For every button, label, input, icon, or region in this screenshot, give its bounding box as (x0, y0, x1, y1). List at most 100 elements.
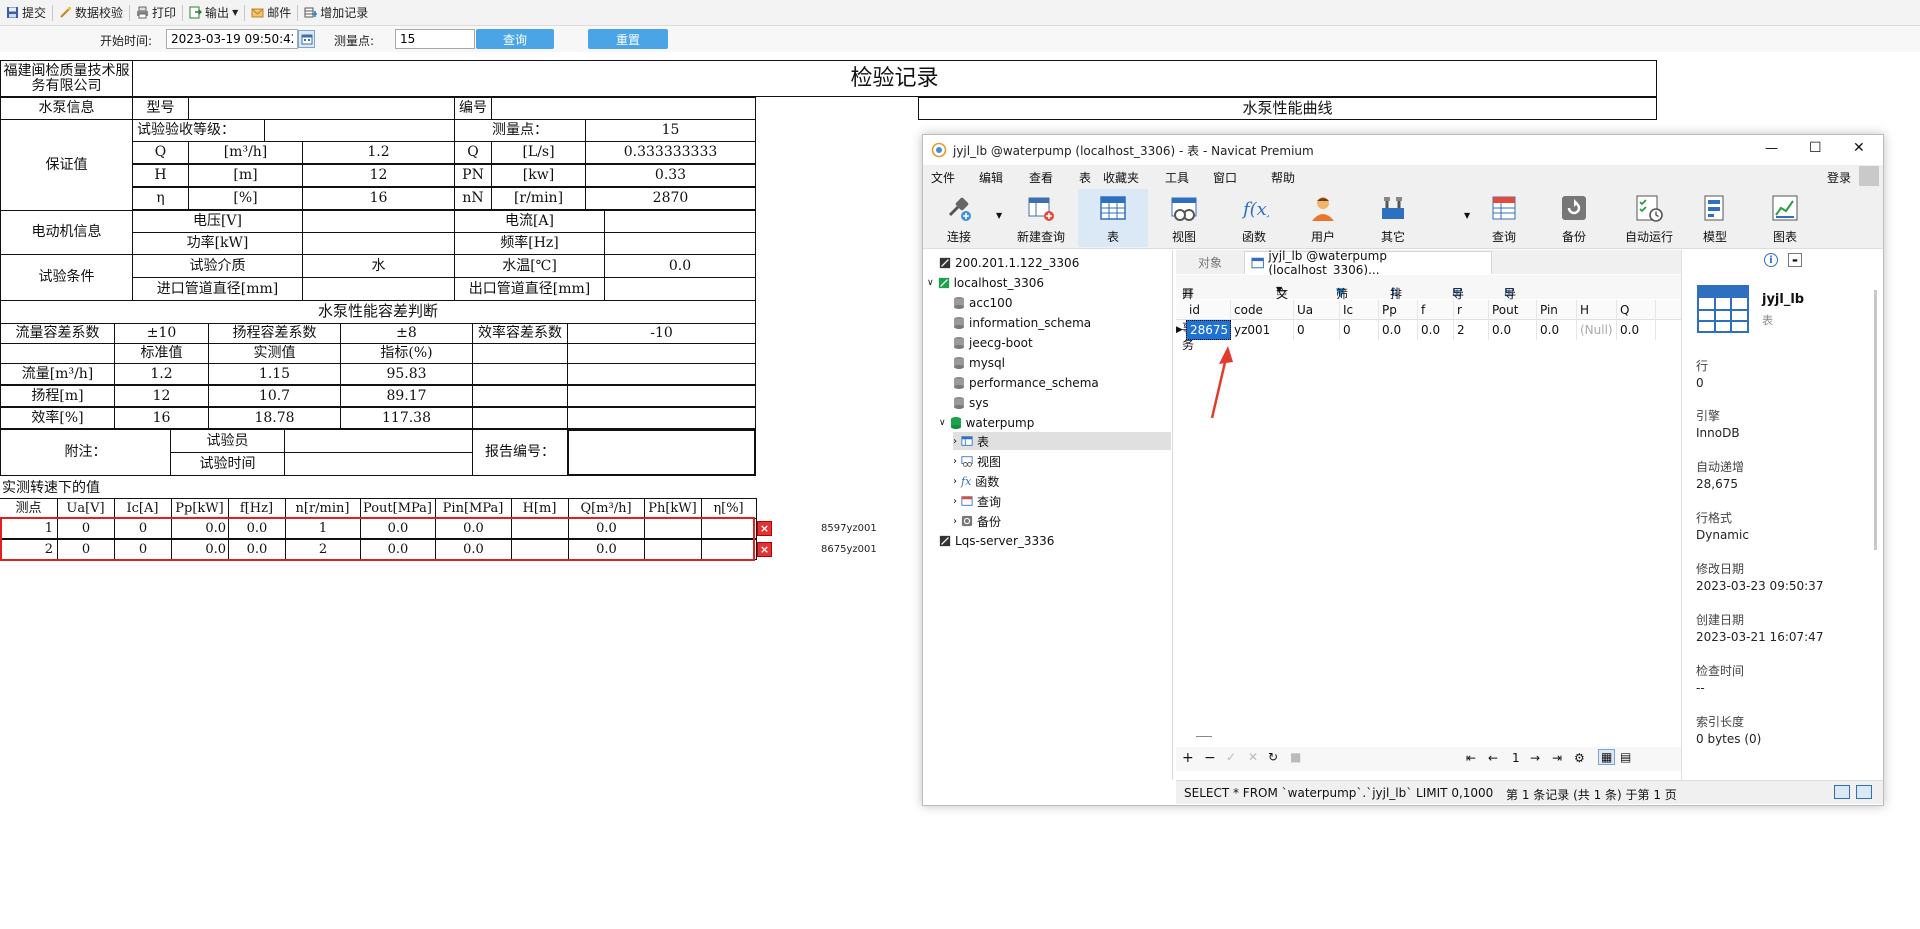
print-button[interactable]: 打印 (132, 2, 180, 24)
grid-column-header[interactable]: id (1186, 300, 1231, 320)
tree-node-views[interactable]: › 视图 (953, 452, 1001, 470)
ribbon-user[interactable]: 用户 (1295, 189, 1351, 247)
voltage-value[interactable] (302, 210, 455, 233)
ribbon-model[interactable]: 模型 (1687, 189, 1743, 247)
outlet-dia-value[interactable] (604, 277, 756, 301)
ribbon-view[interactable]: 视图 (1156, 189, 1212, 247)
grid-column-header[interactable]: Pp (1379, 300, 1418, 320)
caret-down-icon[interactable]: ▼ (1464, 211, 1470, 220)
grid-column-header[interactable]: code (1231, 300, 1294, 320)
grid-cell[interactable]: 0.0 (1418, 320, 1454, 340)
menu-view[interactable]: 查看 (1029, 169, 1053, 186)
tester-value[interactable] (284, 429, 473, 453)
menu-window[interactable]: 窗口 (1213, 169, 1237, 186)
delete-row-icon[interactable]: × (757, 542, 772, 557)
export-dropdown[interactable]: 输出 ▼ (185, 2, 242, 24)
submit-button[interactable]: 提交 (2, 2, 50, 24)
chevron-right-icon[interactable]: › (953, 476, 957, 487)
tree-connection[interactable]: ∨ localhost_3306 (927, 274, 1044, 292)
grid-column-header[interactable]: Q (1617, 300, 1656, 320)
grid-cell[interactable]: yz001 (1231, 320, 1294, 340)
tree-database[interactable]: performance_schema (953, 374, 1099, 392)
ribbon-connect[interactable]: 连接 (931, 189, 987, 247)
apply-icon[interactable]: ✓ (1226, 750, 1236, 764)
grid-cell[interactable]: 0.0 (1617, 320, 1656, 340)
refresh-icon[interactable]: ↻ (1268, 750, 1278, 764)
report-no-value[interactable] (567, 429, 756, 476)
grid-column-header[interactable]: H (1577, 300, 1617, 320)
tree-database[interactable]: information_schema (953, 314, 1091, 332)
tree-connection[interactable]: 200.201.1.122_3306 (939, 254, 1079, 272)
prev-page-icon[interactable]: ← (1488, 751, 1498, 765)
tree-connection[interactable]: Lqs-server_3336 (939, 532, 1054, 550)
inlet-dia-value[interactable] (302, 277, 455, 301)
grid-column-header[interactable]: f (1418, 300, 1454, 320)
reset-button[interactable]: 重置 (588, 29, 668, 49)
close-button[interactable]: ✕ (1853, 140, 1865, 156)
tree-database-waterpump[interactable]: ∨ waterpump (939, 414, 1034, 432)
grid-cell[interactable]: 0 (1340, 320, 1379, 340)
tree-database[interactable]: acc100 (953, 294, 1012, 312)
frequency-value[interactable] (604, 232, 756, 255)
settings-icon[interactable]: ⚙ (1574, 751, 1585, 765)
ribbon-new-query[interactable]: 新建查询 (1009, 189, 1073, 247)
chevron-down-icon[interactable]: ∨ (927, 278, 934, 288)
tab-jyjl-lb[interactable]: jyjl_lb @waterpump (localhost_3306)... (1244, 249, 1492, 277)
test-time-value[interactable] (284, 452, 473, 476)
grid-cell[interactable]: 2 (1454, 320, 1489, 340)
grid-column-header[interactable]: Pout (1489, 300, 1537, 320)
validate-button[interactable]: 数据校验 (55, 2, 127, 24)
start-time-input[interactable] (166, 29, 298, 49)
form-view-icon[interactable]: ▤ (1620, 750, 1631, 764)
chevron-right-icon[interactable]: › (953, 496, 957, 507)
query-button[interactable]: 查询 (476, 29, 554, 49)
calendar-icon[interactable] (298, 30, 315, 48)
grid-column-header[interactable]: Ua (1294, 300, 1340, 320)
ribbon-function[interactable]: f(x) 函数 (1226, 189, 1282, 247)
tree-node-backups[interactable]: › 备份 (953, 512, 1001, 530)
delete-record-icon[interactable]: − (1204, 750, 1216, 766)
next-page-icon[interactable]: → (1530, 751, 1540, 765)
ribbon-backup[interactable]: 备份 (1546, 189, 1602, 247)
chevron-right-icon[interactable]: › (953, 456, 957, 467)
ribbon-other[interactable]: 其它 (1365, 189, 1421, 247)
ribbon-chart[interactable]: 图表 (1757, 189, 1813, 247)
grid-cell[interactable]: 0 (1294, 320, 1340, 340)
info-icon[interactable]: i (1764, 253, 1778, 267)
ddl-icon[interactable]: ▬ (1788, 253, 1802, 267)
chevron-right-icon[interactable]: › (953, 436, 957, 447)
grid-cell[interactable]: 0.0 (1489, 320, 1537, 340)
accept-grade-value[interactable] (264, 119, 455, 142)
grid-column-header[interactable]: r (1454, 300, 1489, 320)
add-record-button[interactable]: 增加记录 (300, 2, 372, 24)
grid-cell[interactable]: (Null) (1577, 320, 1617, 340)
last-page-icon[interactable]: ⇥ (1552, 751, 1562, 765)
grid-cell[interactable]: 0.0 (1537, 320, 1577, 340)
maximize-button[interactable]: ☐ (1809, 140, 1822, 156)
info-scrollbar[interactable] (1874, 290, 1877, 550)
menu-tools[interactable]: 工具 (1165, 169, 1189, 186)
chevron-right-icon[interactable]: › (953, 516, 957, 527)
ribbon-query[interactable]: 查询 (1476, 189, 1532, 247)
layout-right-icon[interactable] (1856, 785, 1872, 799)
model-value[interactable] (188, 97, 455, 120)
tab-objects[interactable]: 对象 (1176, 251, 1244, 274)
menu-table[interactable]: 表 (1079, 169, 1091, 186)
ribbon-table[interactable]: 表 (1078, 189, 1148, 247)
delete-row-icon[interactable]: × (757, 521, 772, 536)
discard-icon[interactable]: ✕ (1248, 750, 1258, 764)
stop-icon[interactable]: ■ (1290, 750, 1301, 764)
login-link[interactable]: 登录 (1827, 169, 1851, 186)
avatar-icon[interactable] (1859, 166, 1879, 186)
grid-column-header[interactable]: Pin (1537, 300, 1577, 320)
layout-left-icon[interactable] (1834, 785, 1850, 799)
grid-cell[interactable]: 0.0 (1379, 320, 1418, 340)
grid-splitter[interactable] (1196, 736, 1212, 737)
tree-node-queries[interactable]: › 查询 (953, 492, 1001, 510)
tree-database[interactable]: sys (953, 394, 989, 412)
minimize-button[interactable]: — (1765, 141, 1778, 156)
tree-database[interactable]: mysql (953, 354, 1005, 372)
ribbon-autorun[interactable]: 自动运行 (1616, 189, 1682, 247)
chevron-down-icon[interactable]: ∨ (939, 418, 946, 428)
number-value[interactable] (491, 97, 756, 120)
